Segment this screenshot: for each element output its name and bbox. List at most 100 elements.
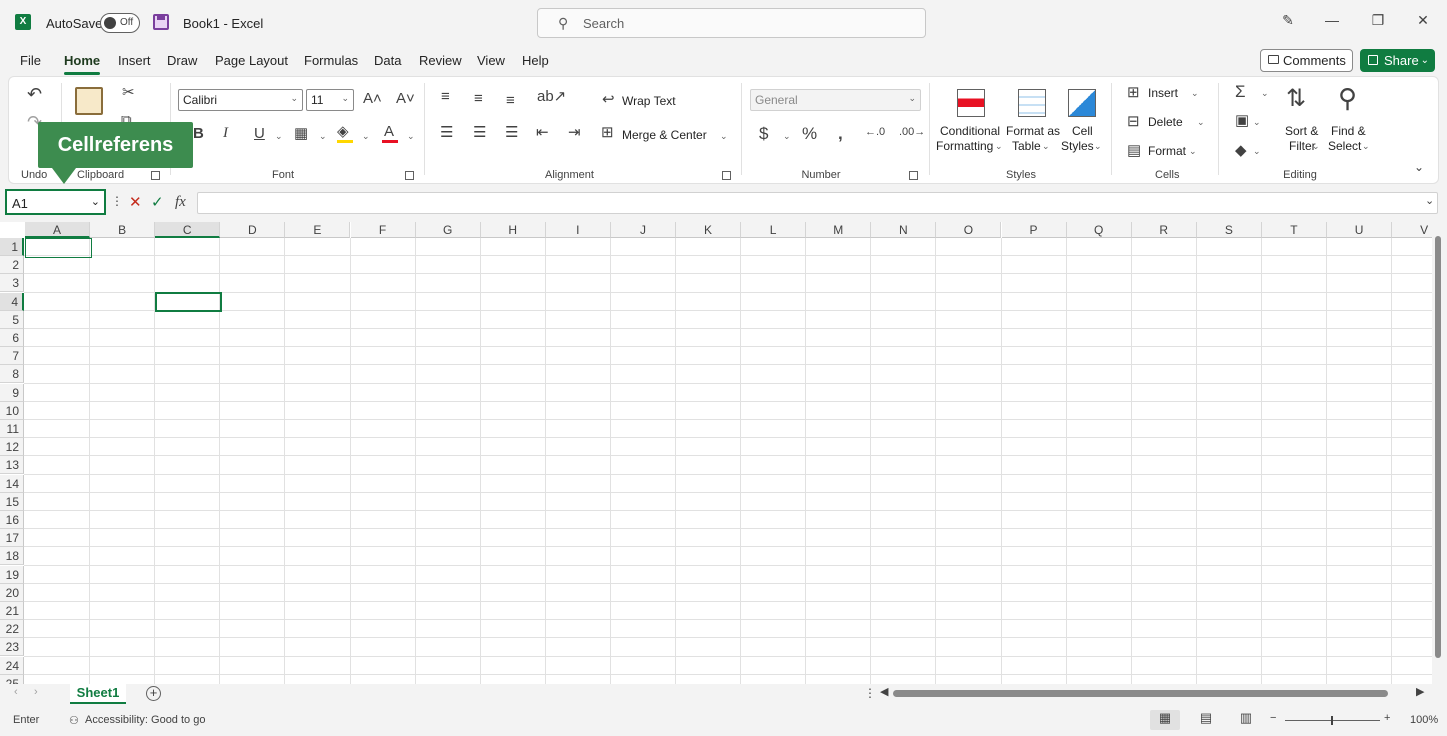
row-header-5[interactable]: 5: [0, 310, 24, 329]
search-box[interactable]: ⚲ Search: [537, 8, 926, 38]
increase-indent-icon[interactable]: ⇥: [568, 125, 581, 140]
autosave-toggle[interactable]: Off: [100, 13, 140, 33]
tab-page-layout[interactable]: Page Layout: [215, 53, 288, 68]
align-left-icon[interactable]: ☰: [440, 125, 453, 140]
row-header-8[interactable]: 8: [0, 365, 24, 384]
column-header-c[interactable]: C: [155, 222, 221, 238]
format-as-table-icon[interactable]: [1018, 89, 1046, 117]
italic-button[interactable]: I: [223, 126, 228, 141]
column-header-q[interactable]: Q: [1066, 222, 1132, 238]
row-header-21[interactable]: 21: [0, 602, 24, 620]
tab-formulas[interactable]: Formulas: [304, 53, 358, 68]
cell-styles-line2[interactable]: Styles: [1061, 139, 1094, 153]
underline-dropdown[interactable]: ⌄: [275, 131, 283, 142]
normal-view-button[interactable]: ▦: [1150, 710, 1180, 730]
find-select-icon[interactable]: ⚲: [1338, 85, 1357, 111]
row-header-14[interactable]: 14: [0, 474, 24, 493]
increase-font-icon[interactable]: A˄: [363, 91, 382, 106]
font-color-icon[interactable]: A: [384, 124, 394, 139]
row-header-4[interactable]: 4: [0, 292, 24, 311]
row-header-17[interactable]: 17: [0, 529, 24, 548]
fill-color-icon[interactable]: ◈: [337, 124, 349, 139]
column-header-v[interactable]: V: [1392, 222, 1432, 238]
tab-draw[interactable]: Draw: [167, 53, 197, 68]
delete-cells-icon[interactable]: ⊟: [1127, 114, 1140, 129]
row-header-25[interactable]: 25: [0, 674, 24, 684]
align-center-icon[interactable]: ☰: [473, 125, 486, 140]
zoom-level[interactable]: 100%: [1410, 714, 1438, 726]
align-middle-icon[interactable]: ≡: [474, 91, 483, 106]
font-size-box[interactable]: 11 ⌄: [306, 89, 354, 111]
row-header-13[interactable]: 13: [0, 456, 24, 475]
insert-cells-icon[interactable]: ⊞: [1127, 85, 1140, 100]
column-header-a[interactable]: A: [25, 222, 91, 238]
row-header-3[interactable]: 3: [0, 274, 24, 293]
align-right-icon[interactable]: ☰: [505, 125, 518, 140]
conditional-formatting-line1[interactable]: Conditional: [940, 124, 1000, 138]
number-launcher[interactable]: [909, 171, 918, 180]
chevron-down-icon[interactable]: ⌄: [91, 195, 100, 208]
decrease-decimal-icon[interactable]: .00→: [899, 127, 925, 138]
clipboard-launcher[interactable]: [151, 171, 160, 180]
cell-styles-line1[interactable]: Cell: [1072, 124, 1093, 138]
column-header-k[interactable]: K: [676, 222, 742, 238]
format-button[interactable]: Format: [1148, 144, 1186, 158]
fill-color-dropdown[interactable]: ⌄: [362, 131, 370, 142]
column-header-l[interactable]: L: [741, 222, 807, 238]
chevron-down-icon[interactable]: ⌄: [1094, 141, 1102, 152]
tab-data[interactable]: Data: [374, 53, 401, 68]
chevron-down-icon[interactable]: ⌄: [1042, 141, 1050, 152]
fill-icon[interactable]: ▣: [1235, 113, 1249, 128]
cell-styles-icon[interactable]: [1068, 89, 1096, 117]
conditional-formatting-icon[interactable]: [957, 89, 985, 117]
currency-dropdown[interactable]: ⌄: [783, 131, 791, 142]
comments-button[interactable]: Comments: [1260, 49, 1353, 72]
tab-splitter-icon[interactable]: ⋮: [864, 687, 876, 699]
chevron-down-icon[interactable]: ⌄: [1253, 146, 1261, 157]
merge-center-icon[interactable]: ⊞: [601, 125, 614, 140]
row-header-24[interactable]: 24: [0, 656, 24, 675]
row-header-10[interactable]: 10: [0, 401, 24, 420]
chevron-down-icon[interactable]: ⌄: [1421, 49, 1429, 72]
zoom-slider-thumb[interactable]: [1331, 716, 1333, 725]
more-options-icon[interactable]: ⋮: [111, 195, 123, 207]
bold-button[interactable]: B: [193, 126, 204, 141]
column-header-u[interactable]: U: [1327, 222, 1393, 238]
collapse-ribbon-icon[interactable]: ⌄: [1414, 161, 1424, 173]
scroll-left-icon[interactable]: ‹: [14, 687, 18, 698]
tab-insert[interactable]: Insert: [118, 53, 151, 68]
row-header-6[interactable]: 6: [0, 329, 24, 347]
delete-button[interactable]: Delete: [1148, 115, 1183, 129]
row-header-9[interactable]: 9: [0, 383, 24, 402]
font-launcher[interactable]: [405, 171, 414, 180]
format-cells-icon[interactable]: ▤: [1127, 143, 1141, 158]
chevron-down-icon[interactable]: ⌄: [1189, 146, 1197, 157]
autosum-icon[interactable]: Σ: [1235, 83, 1246, 100]
tab-help[interactable]: Help: [522, 53, 549, 68]
row-header-15[interactable]: 15: [0, 492, 24, 511]
borders-icon[interactable]: ▦: [294, 126, 308, 141]
column-header-j[interactable]: J: [610, 222, 676, 238]
column-header-h[interactable]: H: [480, 222, 546, 238]
row-header-2[interactable]: 2: [0, 256, 24, 275]
underline-button[interactable]: U: [254, 126, 265, 141]
row-header-19[interactable]: 19: [0, 565, 24, 584]
column-header-i[interactable]: I: [545, 222, 611, 238]
decrease-font-icon[interactable]: A˅: [396, 91, 415, 106]
column-header-g[interactable]: G: [415, 222, 481, 238]
align-top-icon[interactable]: ≡: [441, 89, 450, 104]
align-bottom-icon[interactable]: ≡: [506, 93, 515, 108]
find-select-line2[interactable]: Select: [1328, 139, 1361, 153]
currency-icon[interactable]: $: [759, 125, 768, 142]
page-break-view-button[interactable]: ▥: [1231, 710, 1261, 730]
merge-dropdown[interactable]: ⌄: [720, 131, 728, 142]
column-header-p[interactable]: P: [1001, 222, 1067, 238]
save-icon[interactable]: [153, 14, 169, 30]
format-as-table-line2[interactable]: Table: [1012, 139, 1041, 153]
decrease-indent-icon[interactable]: ⇤: [536, 125, 549, 140]
selected-cell-c4[interactable]: [155, 292, 222, 312]
row-header-16[interactable]: 16: [0, 511, 24, 529]
insert-button[interactable]: Insert: [1148, 86, 1178, 100]
paste-icon[interactable]: [75, 87, 103, 115]
font-name-box[interactable]: Calibri ⌄: [178, 89, 303, 111]
